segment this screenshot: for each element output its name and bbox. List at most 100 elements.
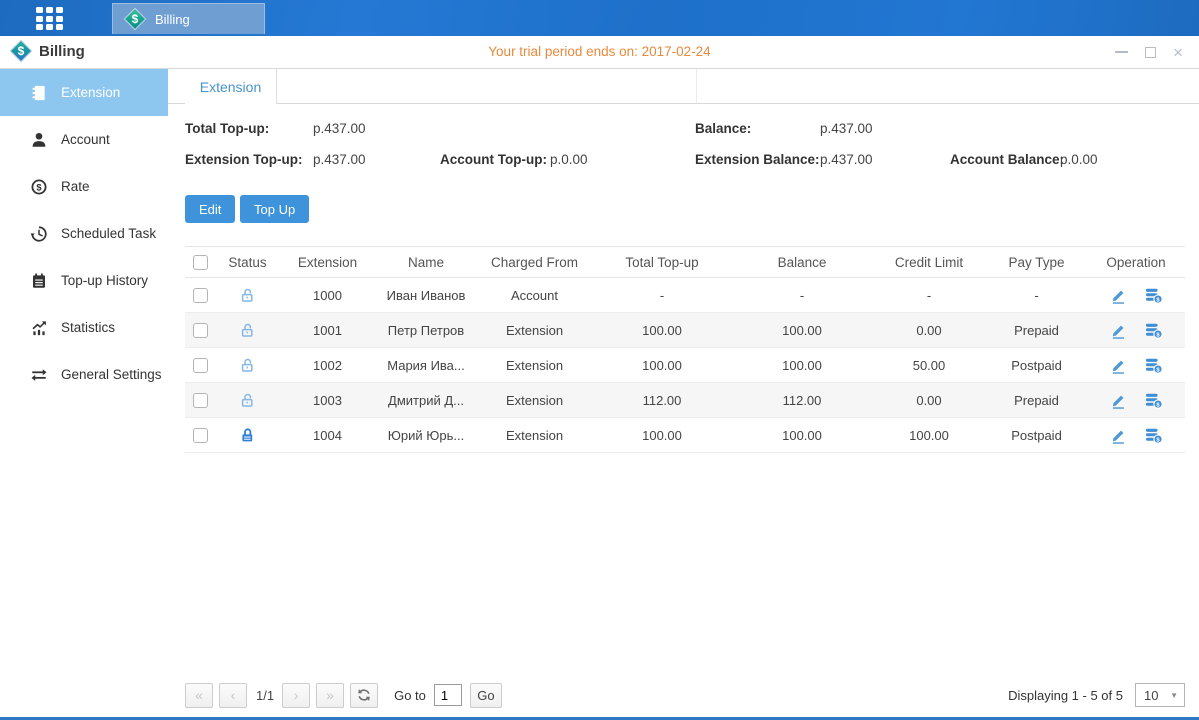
sidebar-item-label: Top-up History <box>61 273 148 288</box>
svg-text:$: $ <box>36 182 42 192</box>
sidebar-item-general-settings[interactable]: General Settings <box>0 351 168 398</box>
sidebar-item-label: General Settings <box>61 367 162 382</box>
row-checkbox[interactable] <box>193 323 208 338</box>
cell-total-topup: - <box>592 278 732 313</box>
sidebar-item-rate[interactable]: $ Rate <box>0 163 168 210</box>
trial-notice: Your trial period ends on: 2017-02-24 <box>0 44 1199 59</box>
status-lock-icon <box>239 427 256 442</box>
extension-balance-value: p.437.00 <box>820 152 873 167</box>
cell-balance: - <box>732 278 872 313</box>
prev-page-icon[interactable]: ‹ <box>219 683 247 708</box>
edit-pencil-icon[interactable] <box>1110 427 1127 444</box>
balance-label: Balance: <box>695 121 751 136</box>
extension-table: Status Extension Name Charged From Total… <box>185 246 1185 453</box>
chevron-down-icon: ▼ <box>1170 691 1178 700</box>
row-checkbox[interactable] <box>193 358 208 373</box>
cell-total-topup: 100.00 <box>592 348 732 383</box>
table-row: 1004 Юрий Юрь... Extension 100.00 100.00… <box>185 418 1185 453</box>
sidebar-item-extension[interactable]: Extension <box>0 69 168 116</box>
edit-pencil-icon[interactable] <box>1110 322 1127 339</box>
row-checkbox[interactable] <box>193 393 208 408</box>
cell-credit-limit: 0.00 <box>872 313 986 348</box>
cell-name: Петр Петров <box>375 313 477 348</box>
billing-diamond-icon: $ <box>124 8 146 30</box>
notepad-icon <box>30 272 48 290</box>
cell-balance: 112.00 <box>732 383 872 418</box>
history-clock-icon <box>30 225 48 243</box>
edit-pencil-icon[interactable] <box>1110 392 1127 409</box>
sidebar-item-scheduled-task[interactable]: Scheduled Task <box>0 210 168 257</box>
table-row: 1001 Петр Петров Extension 100.00 100.00… <box>185 313 1185 348</box>
sidebar-item-topup-history[interactable]: Top-up History <box>0 257 168 304</box>
ledger-icon <box>30 84 48 102</box>
close-icon[interactable]: × <box>1173 47 1183 58</box>
topup-coins-icon[interactable]: $ <box>1145 357 1163 374</box>
go-button[interactable]: Go <box>470 683 502 708</box>
apps-grid-icon[interactable] <box>36 7 63 30</box>
cell-balance: 100.00 <box>732 313 872 348</box>
edit-pencil-icon[interactable] <box>1110 287 1127 304</box>
cell-total-topup: 100.00 <box>592 418 732 453</box>
cell-charged-from: Extension <box>477 313 592 348</box>
refresh-icon[interactable] <box>350 683 378 708</box>
edit-button[interactable]: Edit <box>185 195 235 223</box>
cell-name: Мария Ива... <box>375 348 477 383</box>
sidebar-item-statistics[interactable]: Statistics <box>0 304 168 351</box>
cell-pay-type: - <box>986 278 1087 313</box>
page-size-value: 10 <box>1136 688 1158 703</box>
row-checkbox[interactable] <box>193 428 208 443</box>
edit-pencil-icon[interactable] <box>1110 357 1127 374</box>
cell-pay-type: Prepaid <box>986 313 1087 348</box>
page-size-select[interactable]: 10 ▼ <box>1135 683 1185 707</box>
topup-coins-icon[interactable]: $ <box>1145 287 1163 304</box>
cell-charged-from: Extension <box>477 383 592 418</box>
tab-extension[interactable]: Extension <box>185 69 277 104</box>
taskbar-tab-billing[interactable]: $ Billing <box>112 3 265 34</box>
topup-button[interactable]: Top Up <box>240 195 309 223</box>
table-row: 1002 Мария Ива... Extension 100.00 100.0… <box>185 348 1185 383</box>
cell-pay-type: Prepaid <box>986 383 1087 418</box>
account-topup-value: p.0.00 <box>550 152 588 167</box>
table-header-row: Status Extension Name Charged From Total… <box>185 247 1185 278</box>
cell-name: Юрий Юрь... <box>375 418 477 453</box>
topup-coins-icon[interactable]: $ <box>1145 392 1163 409</box>
minimize-icon[interactable] <box>1115 51 1128 53</box>
goto-label: Go to <box>394 688 426 703</box>
column-header-status: Status <box>215 247 280 278</box>
cell-total-topup: 112.00 <box>592 383 732 418</box>
cell-extension: 1004 <box>280 418 375 453</box>
last-page-icon[interactable]: » <box>316 683 344 708</box>
column-header-charged-from: Charged From <box>477 247 592 278</box>
next-page-icon[interactable]: › <box>282 683 310 708</box>
column-header-extension: Extension <box>280 247 375 278</box>
pagination-bar: « ‹ 1/1 › » Go to Go Displaying 1 - 5 of… <box>185 682 1185 708</box>
topup-coins-icon[interactable]: $ <box>1145 322 1163 339</box>
chart-bars-icon <box>30 319 48 337</box>
maximize-icon[interactable] <box>1145 47 1156 58</box>
status-lock-icon <box>239 357 256 372</box>
column-header-credit-limit: Credit Limit <box>872 247 986 278</box>
cell-charged-from: Extension <box>477 418 592 453</box>
taskbar: $ Billing ! <box>0 0 1199 36</box>
first-page-icon[interactable]: « <box>185 683 213 708</box>
extension-topup-value: p.437.00 <box>313 152 366 167</box>
cell-extension: 1003 <box>280 383 375 418</box>
row-checkbox[interactable] <box>193 288 208 303</box>
sidebar-item-account[interactable]: Account <box>0 116 168 163</box>
dollar-circle-icon: $ <box>30 178 48 196</box>
cell-name: Дмитрий Д... <box>375 383 477 418</box>
person-icon <box>30 131 48 149</box>
column-header-name: Name <box>375 247 477 278</box>
cell-pay-type: Postpaid <box>986 348 1087 383</box>
select-all-checkbox[interactable] <box>193 255 208 270</box>
column-header-pay-type: Pay Type <box>986 247 1087 278</box>
displaying-info: Displaying 1 - 5 of 5 <box>1008 688 1123 703</box>
cell-charged-from: Extension <box>477 348 592 383</box>
sidebar: Extension Account $ Rate Scheduled Task <box>0 69 168 717</box>
taskbar-tab-label: Billing <box>155 12 190 27</box>
cell-extension: 1000 <box>280 278 375 313</box>
cell-balance: 100.00 <box>732 348 872 383</box>
topup-coins-icon[interactable]: $ <box>1145 427 1163 444</box>
goto-page-input[interactable] <box>434 684 462 706</box>
balance-value: p.437.00 <box>820 121 873 136</box>
